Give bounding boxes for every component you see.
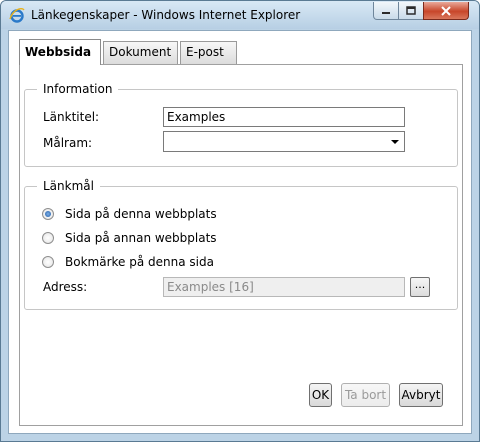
radio-bookmark[interactable]: [42, 256, 54, 268]
tab-webbsida[interactable]: Webbsida: [19, 39, 101, 65]
browse-button[interactable]: ...: [410, 277, 430, 297]
internet-explorer-icon: [9, 8, 25, 23]
maximize-icon: [406, 6, 416, 15]
radio-this-site[interactable]: [42, 208, 54, 220]
chevron-down-icon: [391, 140, 399, 144]
information-legend: Information: [37, 82, 119, 96]
radio-this-site-label[interactable]: Sida på denna webbplats: [65, 207, 217, 221]
tab-e-post[interactable]: E-post: [180, 41, 237, 64]
tab-panel: Information Länktitel: Examples Målram: …: [19, 64, 463, 426]
link-target-legend: Länkmål: [37, 179, 100, 193]
address-label: Adress:: [43, 280, 88, 294]
ok-button[interactable]: OK: [309, 383, 332, 407]
window-title: Länkegenskaper - Windows Internet Explor…: [31, 8, 301, 22]
link-title-label: Länktitel:: [43, 110, 100, 124]
title-bar[interactable]: Länkegenskaper - Windows Internet Explor…: [1, 1, 479, 29]
close-icon: [441, 5, 451, 16]
minimize-button[interactable]: [373, 2, 399, 20]
tab-dokument[interactable]: Dokument: [103, 41, 178, 64]
target-frame-label: Målram:: [43, 136, 93, 150]
radio-bookmark-label[interactable]: Bokmärke på denna sida: [65, 255, 214, 269]
link-title-input[interactable]: Examples: [163, 107, 405, 127]
information-group: Information Länktitel: Examples Målram:: [24, 82, 458, 167]
dialog-client-area: Webbsida Dokument E-post Information Län…: [8, 30, 472, 434]
radio-other-site[interactable]: [42, 232, 54, 244]
target-frame-select[interactable]: [163, 131, 405, 152]
cancel-button[interactable]: Avbryt: [399, 383, 443, 407]
radio-other-site-label[interactable]: Sida på annan webbplats: [65, 231, 217, 245]
dialog-window: Länkegenskaper - Windows Internet Explor…: [0, 0, 480, 442]
address-input: Examples [16]: [163, 277, 405, 297]
remove-button: Ta bort: [341, 383, 390, 407]
minimize-icon: [382, 11, 390, 14]
link-target-group: Länkmål Sida på denna webbplats Sida på …: [24, 179, 458, 310]
maximize-button[interactable]: [398, 2, 424, 20]
close-button[interactable]: [423, 2, 469, 20]
